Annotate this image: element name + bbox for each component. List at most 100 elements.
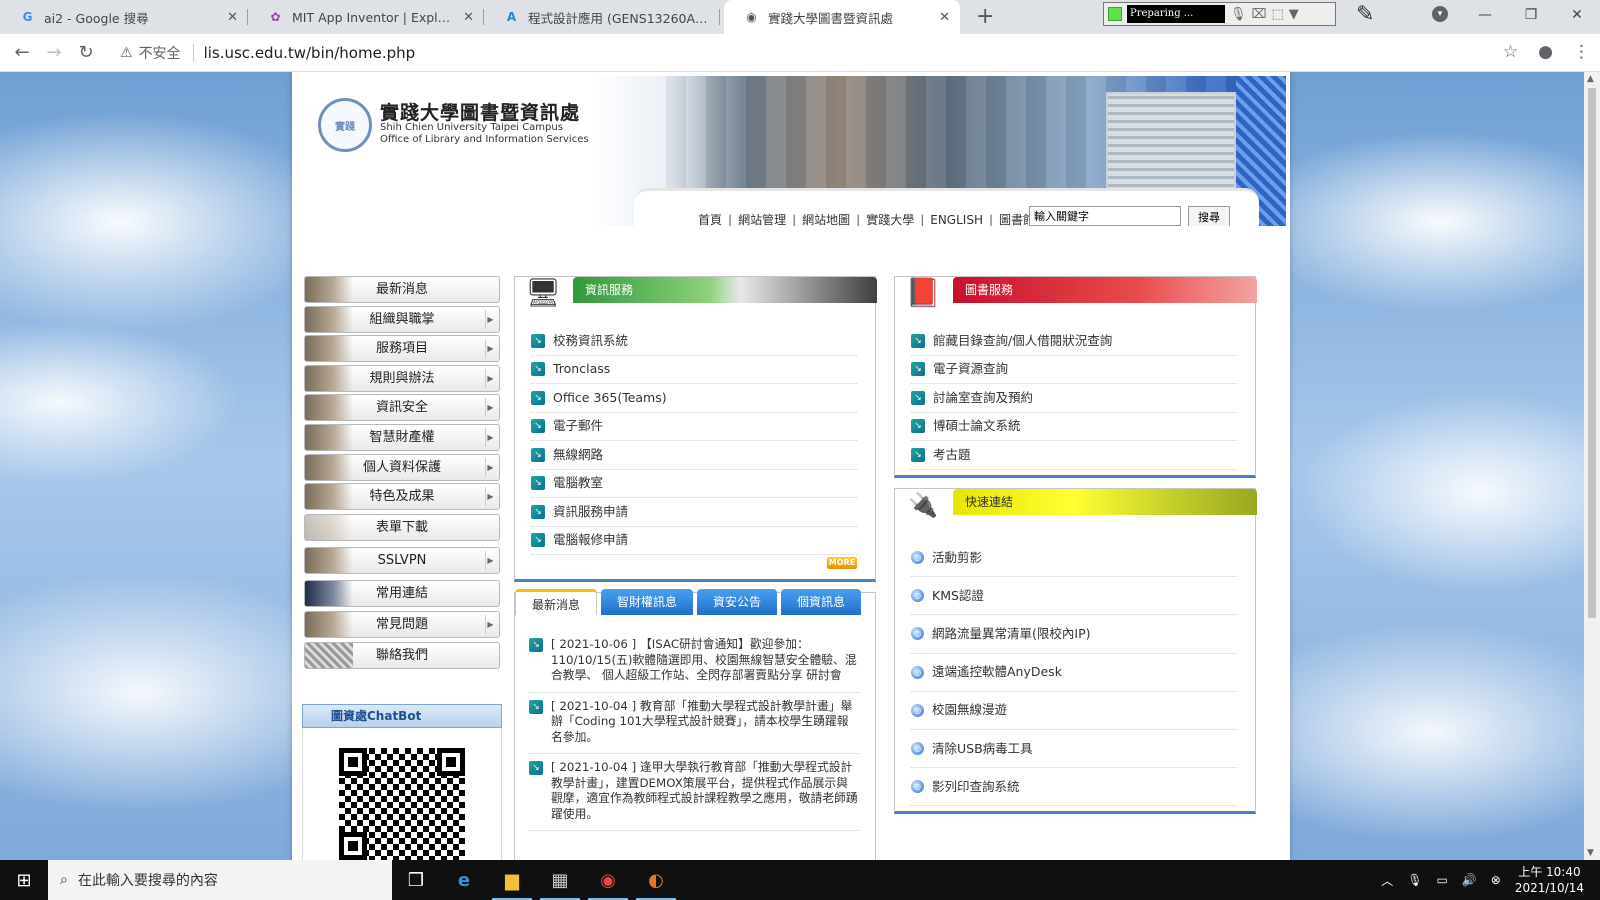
menu-features[interactable]: 特色及成果 ▶ — [304, 483, 500, 511]
news-item[interactable]: ↘ [ 2021-10-04 ] 教育部「推動大學程式設計教學計畫」舉辦「Codi… — [529, 693, 859, 754]
list-item[interactable]: ↘ 電腦報修申請 — [531, 527, 857, 555]
restore-icon[interactable]: ❐ — [1508, 7, 1554, 23]
search-button[interactable]: 搜尋 — [1188, 206, 1230, 226]
menu-infosec[interactable]: 資訊安全 ▶ — [304, 394, 500, 422]
list-item[interactable]: ◎ 校園無線漫遊 — [911, 692, 1237, 730]
scroll-down-icon[interactable]: ▼ — [1587, 848, 1594, 858]
notification-icon[interactable]: ⊗ — [1491, 873, 1501, 887]
list-item[interactable]: ↘ 校務資訊系統 — [531, 327, 857, 356]
close-icon[interactable]: ✕ — [227, 10, 238, 25]
list-item[interactable]: ↘ 電子郵件 — [531, 413, 857, 441]
menu-faq[interactable]: 常見問題 ▶ — [304, 611, 500, 639]
menu-privacy[interactable]: 個人資料保護 ▶ — [304, 453, 500, 481]
info-service-panel: 🖥 資訊服務 ↘ 校務資訊系統 ↘ Tronclass ↘ Office 365(Te… — [514, 276, 877, 582]
list-item[interactable]: ◎ 清除USB病毒工具 — [911, 730, 1237, 769]
tab-ip-news[interactable]: 智財權訊息 — [601, 589, 694, 615]
menu-links[interactable]: 常用連結 — [304, 580, 500, 608]
camera-off-icon[interactable]: ⌧ — [1252, 7, 1267, 22]
tab-usc-library[interactable]: ◉ 實踐大學圖書暨資訊處 ✕ — [724, 0, 960, 34]
tab-latest-news[interactable]: 最新消息 — [515, 589, 598, 615]
more-button[interactable]: MORE — [827, 557, 857, 569]
list-item[interactable]: ↘ 討論室查詢及預約 — [911, 384, 1237, 413]
list-item[interactable]: ↘ 無線網路 — [531, 441, 857, 470]
list-item[interactable]: ◎ KMS認證 — [911, 577, 1237, 616]
photos-app-icon[interactable]: ▦ — [536, 860, 584, 900]
reload-icon[interactable]: ↻ — [70, 42, 102, 63]
menu-services[interactable]: 服務項目 ▶ — [304, 335, 500, 363]
list-item[interactable]: ↘ 博碩士論文系統 — [911, 413, 1237, 441]
page-scrollbar[interactable]: ▲ ▼ — [1584, 72, 1600, 860]
close-icon[interactable]: ✕ — [463, 10, 474, 25]
menu-kebab-icon[interactable]: ⋮ — [1573, 42, 1590, 62]
minimize-icon[interactable]: — — [1462, 7, 1508, 23]
network-icon[interactable]: ▭ — [1436, 873, 1447, 887]
list-item[interactable]: ◎ 遠端遙控軟體AnyDesk — [911, 654, 1237, 692]
microphone-icon[interactable]: 🎙 — [1407, 873, 1422, 887]
task-view-icon[interactable]: ❒ — [392, 860, 440, 900]
bookmark-star-icon[interactable]: ☆ — [1503, 42, 1518, 62]
site-logo[interactable]: 實踐 — [318, 98, 372, 152]
canvas-icon: A — [506, 10, 517, 24]
security-indicator[interactable]: ⚠ 不安全 — [120, 43, 181, 63]
menu-regulations[interactable]: 規則與辦法 ▶ — [304, 364, 500, 392]
list-item[interactable]: ◎ 活動剪影 — [911, 539, 1237, 578]
list-item[interactable]: ↘ 電腦教室 — [531, 470, 857, 498]
tab-privacy-news[interactable]: 個資訊息 — [781, 589, 862, 615]
taskbar-search-placeholder: 在此輸入要搜尋的內容 — [77, 873, 218, 889]
top-link-home[interactable]: 首頁 — [698, 211, 722, 226]
back-icon[interactable]: ← — [6, 42, 38, 63]
menu-sslvpn[interactable]: SSLVPN ▶ — [304, 547, 500, 575]
menu-forms[interactable]: 表單下載 — [304, 514, 500, 542]
top-link-university[interactable]: 實踐大學 — [866, 211, 914, 226]
menu-ip[interactable]: 智慧財產權 ▶ — [304, 423, 500, 451]
list-item[interactable]: ↘ 電子資源查詢 — [911, 356, 1237, 384]
pencil-icon[interactable]: ✎ — [1356, 2, 1374, 27]
list-item[interactable]: ↘ 資訊服務申請 — [531, 498, 857, 527]
menu-news[interactable]: 最新消息 — [304, 276, 500, 303]
close-icon[interactable]: ✕ — [939, 10, 950, 25]
clock[interactable]: 上午 10:40 2021/10/14 — [1515, 864, 1584, 896]
list-item[interactable]: ↘ 館藏目錄查詢/個人借閱狀況查詢 — [911, 327, 1237, 356]
browser-tab-bar: G ai2 - Google 搜尋 ✕ ✿ MIT App Inventor |… — [0, 0, 1600, 34]
region-icon[interactable]: ⬚ — [1272, 7, 1284, 22]
chatbot-qr-code[interactable] — [339, 748, 465, 860]
list-item[interactable]: ◎ 網路流量異常清單(限校內IP) — [911, 615, 1237, 654]
site-container: 實踐 實踐大學圖書暨資訊處 Shih Chien University Taip… — [292, 72, 1290, 860]
tab-mit-app-inventor[interactable]: ✿ MIT App Inventor | Explore MIT ✕ — [248, 0, 484, 34]
close-window-icon[interactable]: ✕ — [1554, 7, 1600, 23]
tab-google-search[interactable]: G ai2 - Google 搜尋 ✕ — [0, 0, 248, 34]
edge-icon[interactable]: e — [440, 860, 488, 900]
forward-icon[interactable]: → — [38, 42, 70, 63]
list-item[interactable]: ↘ 考古題 — [911, 441, 1237, 470]
chevron-down-icon[interactable]: ▼ — [1289, 7, 1299, 22]
microphone-icon[interactable]: 🎙 — [1230, 7, 1247, 22]
arrow-icon: ↘ — [529, 761, 543, 775]
list-item[interactable]: ◎ 影列印查詢系統 — [911, 768, 1237, 807]
volume-icon[interactable]: 🔊 — [1462, 873, 1477, 887]
item-label: KMS認證 — [932, 587, 984, 603]
list-item[interactable]: ↘ Office 365(Teams) — [531, 384, 857, 413]
chrome-icon[interactable]: ◉ — [584, 860, 632, 900]
taskbar-search[interactable]: ⌕ 在此輸入要搜尋的內容 — [48, 860, 392, 900]
top-link-english[interactable]: ENGLISH — [930, 213, 983, 227]
search-input[interactable] — [1029, 206, 1181, 226]
menu-contact[interactable]: 聯絡我們 — [304, 642, 500, 670]
windows-start-icon[interactable]: ⊞ — [0, 860, 48, 900]
menu-organization[interactable]: 組織與職掌 ▶ — [304, 305, 500, 333]
scrollbar-thumb[interactable] — [1588, 88, 1596, 618]
profile-dropdown-icon[interactable]: ▾ — [1432, 6, 1448, 22]
file-explorer-icon[interactable]: ▆ — [488, 860, 536, 900]
top-link-admin[interactable]: 網站管理 — [738, 211, 786, 226]
scroll-up-icon[interactable]: ▲ — [1587, 74, 1594, 84]
new-tab-button[interactable]: + — [976, 5, 994, 29]
news-item[interactable]: ↘ [ 2021-10-04 ] 逢甲大學執行教育部「推動大學程式設計教學計畫」，… — [529, 754, 859, 831]
media-app-icon[interactable]: ◐ — [632, 860, 680, 900]
list-item[interactable]: ↘ Tronclass — [531, 356, 857, 384]
top-link-sitemap[interactable]: 網站地圖 — [802, 211, 850, 226]
tab-course[interactable]: A 程式設計應用 (GENS13260A1) - — [484, 0, 720, 34]
account-icon[interactable]: ● — [1538, 42, 1553, 62]
tab-security-notice[interactable]: 資安公告 — [697, 589, 778, 615]
url-field[interactable]: lis.usc.edu.tw/bin/home.php — [192, 43, 415, 62]
news-item[interactable]: ↘ [ 2021-10-06 ] 【ISAC研討會通知】歡迎參加：110/10/1… — [529, 631, 859, 693]
chevron-up-icon[interactable]: ︿ — [1381, 872, 1393, 889]
